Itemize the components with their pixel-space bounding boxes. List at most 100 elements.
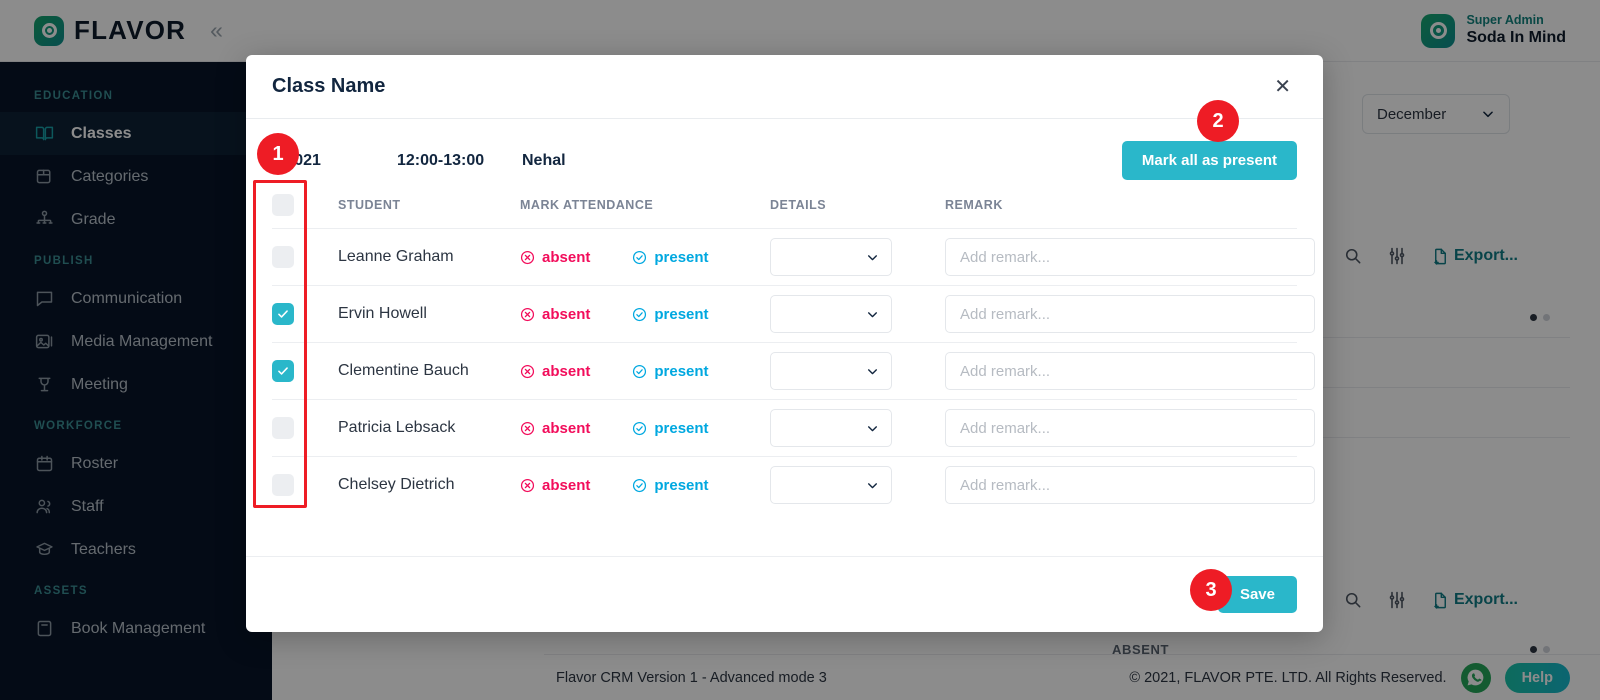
attendance-table: STUDENT MARK ATTENDANCE DETAILS REMARK L… — [272, 180, 1315, 514]
circle-x-icon — [520, 250, 535, 265]
mark-present-label: present — [654, 362, 709, 380]
mark-present-option[interactable]: present — [632, 248, 709, 266]
details-select[interactable] — [770, 352, 892, 390]
class-teacher: Nehal — [522, 151, 566, 169]
table-row[interactable]: Clementine Bauch absent present — [272, 342, 1315, 400]
student-cell: Clementine Bauch — [338, 342, 520, 400]
mark-absent-label: absent — [542, 419, 591, 437]
close-icon[interactable]: ✕ — [1268, 73, 1297, 101]
remark-cell — [945, 456, 1315, 514]
modal-title: Class Name — [272, 75, 386, 97]
remark-input[interactable] — [945, 409, 1315, 447]
mark-attendance-cell: absent present — [520, 285, 770, 343]
annotation-badge-2: 2 — [1197, 100, 1239, 142]
circle-x-icon — [520, 421, 535, 436]
row-checkbox[interactable] — [272, 417, 294, 439]
mark-absent-label: absent — [542, 362, 591, 380]
chevron-down-icon — [866, 251, 879, 264]
row-checkbox[interactable] — [272, 303, 294, 325]
student-name: Clementine Bauch — [338, 362, 469, 379]
app-root: FLAVOR « Super Admin Soda In Mind EDUCAT… — [0, 0, 1600, 700]
table-header-row: STUDENT MARK ATTENDANCE DETAILS REMARK — [272, 180, 1297, 229]
column-header-details: DETAILS — [770, 198, 827, 212]
select-all-checkbox[interactable] — [272, 194, 294, 216]
mark-present-label: present — [654, 476, 709, 494]
remark-input[interactable] — [945, 352, 1315, 390]
select-all-header — [272, 180, 338, 229]
table-row[interactable]: Ervin Howell absent present — [272, 285, 1315, 343]
student-cell: Ervin Howell — [338, 285, 520, 343]
mark-absent-option[interactable]: absent — [520, 249, 590, 266]
student-cell: Chelsey Dietrich — [338, 456, 520, 514]
circle-check-icon — [632, 307, 647, 322]
column-header-mark-attendance: MARK ATTENDANCE — [520, 198, 654, 212]
row-select-cell — [272, 285, 338, 343]
mark-absent-label: absent — [542, 476, 591, 494]
remark-input[interactable] — [945, 295, 1315, 333]
mark-all-as-present-button[interactable]: Mark all as present — [1121, 141, 1297, 180]
mark-present-label: present — [654, 248, 709, 266]
student-cell: Patricia Lebsack — [338, 399, 520, 457]
details-select[interactable] — [770, 295, 892, 333]
row-checkbox[interactable] — [272, 360, 294, 382]
remark-input[interactable] — [945, 238, 1315, 276]
mark-absent-option[interactable]: absent — [520, 363, 590, 380]
details-cell — [770, 285, 945, 343]
remark-cell — [945, 399, 1315, 457]
row-select-cell — [272, 342, 338, 400]
details-cell — [770, 342, 945, 400]
row-checkbox[interactable] — [272, 246, 294, 268]
mark-absent-option[interactable]: absent — [520, 477, 590, 494]
mark-present-option[interactable]: present — [632, 476, 709, 494]
mark-present-label: present — [654, 419, 709, 437]
mark-attendance-cell: absent present — [520, 399, 770, 457]
student-name: Patricia Lebsack — [338, 419, 456, 436]
modal-body: STUDENT MARK ATTENDANCE DETAILS REMARK L… — [246, 180, 1323, 556]
remark-cell — [945, 285, 1315, 343]
remark-input[interactable] — [945, 466, 1315, 505]
modal-meta-row: 2/2021 12:00-13:00 Nehal Mark all as pre… — [246, 119, 1323, 180]
chevron-down-icon — [866, 422, 879, 435]
row-checkbox[interactable] — [272, 474, 294, 497]
details-select[interactable] — [770, 409, 892, 447]
circle-check-icon — [632, 421, 647, 436]
column-header-student: STUDENT — [338, 198, 401, 212]
mark-present-option[interactable]: present — [632, 362, 709, 380]
table-row[interactable]: Leanne Graham absent present — [272, 228, 1315, 286]
class-attendance-modal: Class Name ✕ 2/2021 12:00-13:00 Nehal Ma… — [246, 55, 1323, 632]
row-select-cell — [272, 228, 338, 286]
mark-present-label: present — [654, 305, 709, 323]
student-name: Leanne Graham — [338, 248, 454, 265]
details-select[interactable] — [770, 238, 892, 276]
student-name: Chelsey Dietrich — [338, 476, 455, 494]
row-select-cell — [272, 456, 338, 514]
circle-check-icon — [632, 250, 647, 265]
circle-check-icon — [632, 364, 647, 379]
table-row[interactable]: Chelsey Dietrich absent present — [272, 456, 1315, 514]
mark-present-option[interactable]: present — [632, 305, 709, 323]
mark-absent-option[interactable]: absent — [520, 306, 590, 323]
chevron-down-icon — [866, 308, 879, 321]
circle-x-icon — [520, 364, 535, 379]
mark-absent-label: absent — [542, 248, 591, 266]
mark-absent-option[interactable]: absent — [520, 420, 590, 437]
chevron-down-icon — [866, 365, 879, 378]
mark-attendance-cell: absent present — [520, 342, 770, 400]
table-row[interactable]: Patricia Lebsack absent present — [272, 399, 1315, 457]
attendance-table-head: STUDENT MARK ATTENDANCE DETAILS REMARK — [272, 180, 1297, 229]
details-cell — [770, 456, 945, 514]
circle-x-icon — [520, 307, 535, 322]
student-cell: Leanne Graham — [338, 228, 520, 286]
mark-absent-label: absent — [542, 305, 591, 323]
mark-attendance-cell: absent present — [520, 228, 770, 286]
details-select[interactable] — [770, 466, 892, 505]
details-cell — [770, 399, 945, 457]
modal-header: Class Name ✕ — [246, 55, 1323, 119]
remark-cell — [945, 342, 1315, 400]
attendance-table-body: Leanne Graham absent present Ervin Howell ab… — [272, 228, 1315, 514]
circle-x-icon — [520, 478, 535, 493]
chevron-down-icon — [866, 479, 879, 492]
mark-present-option[interactable]: present — [632, 419, 709, 437]
circle-check-icon — [632, 478, 647, 493]
column-header-remark: REMARK — [945, 198, 1003, 212]
